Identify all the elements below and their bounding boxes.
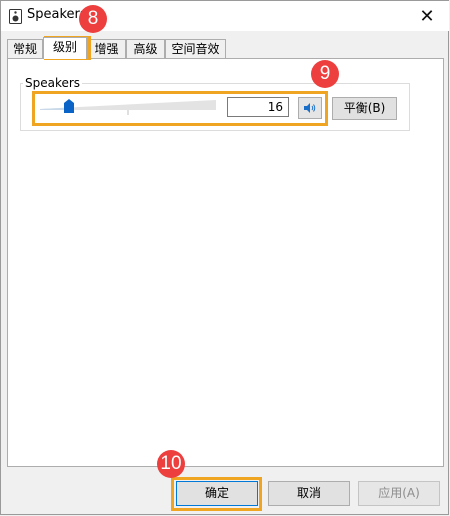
window-title: Speakers bbox=[27, 7, 87, 22]
balance-button[interactable]: 平衡(B) bbox=[332, 97, 397, 120]
speaker-volume-icon bbox=[304, 103, 316, 113]
tab-spatial-sound[interactable]: 空间音效 bbox=[165, 39, 226, 58]
step-badge-10: 10 bbox=[157, 450, 185, 478]
step-badge-8: 8 bbox=[79, 5, 107, 33]
ok-button[interactable]: 确定 bbox=[176, 481, 258, 506]
volume-slider-thumb[interactable] bbox=[64, 99, 74, 113]
tab-advanced[interactable]: 高级 bbox=[126, 39, 165, 58]
title-bar[interactable]: Speakers ✕ bbox=[1, 1, 449, 31]
apply-button[interactable]: 应用(A) bbox=[358, 481, 440, 506]
tab-levels[interactable]: 级别 bbox=[43, 37, 87, 59]
tab-enhancements[interactable]: 增强 bbox=[87, 39, 126, 58]
close-icon: ✕ bbox=[419, 5, 435, 27]
tab-general[interactable]: 常规 bbox=[7, 39, 43, 58]
cancel-button[interactable]: 取消 bbox=[268, 481, 350, 506]
device-label: Speakers bbox=[23, 76, 83, 90]
volume-level-input[interactable]: 16 bbox=[227, 97, 289, 117]
step-badge-9: 9 bbox=[311, 60, 339, 88]
close-button[interactable]: ✕ bbox=[405, 1, 449, 31]
mute-button[interactable] bbox=[298, 97, 322, 119]
speaker-device-icon bbox=[9, 9, 22, 24]
